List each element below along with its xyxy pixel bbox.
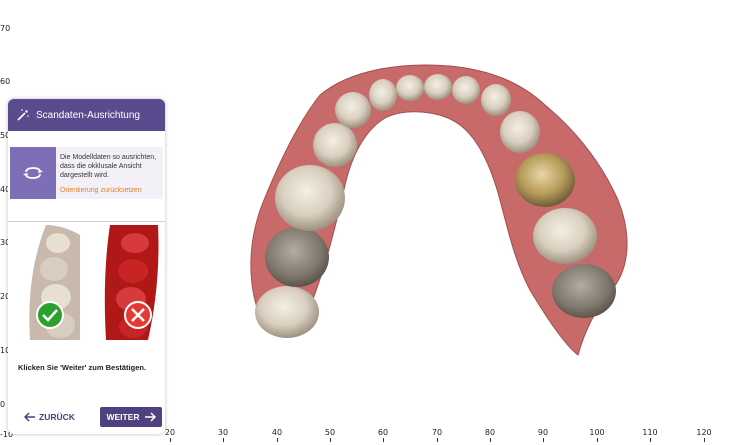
tooth (515, 153, 575, 207)
arrow-right-icon (144, 412, 156, 422)
divider (8, 221, 165, 222)
tooth (265, 227, 329, 287)
back-button-label: ZURÜCK (39, 412, 75, 422)
instruction-line: dass die okklusale Ansicht (60, 163, 142, 170)
tooth (396, 75, 424, 101)
example-images (29, 225, 159, 340)
tooth (452, 76, 480, 104)
tooth (533, 208, 597, 264)
tooth (500, 111, 540, 153)
tooth (552, 264, 616, 318)
instruction-box: Die Modelldaten so ausrichten, dass die … (10, 147, 163, 199)
cross-icon (124, 301, 152, 329)
reset-orientation-link[interactable]: Orientierung zurücksetzen (60, 186, 156, 195)
dialog-title: Scandaten-Ausrichtung (36, 109, 140, 121)
tooth (424, 74, 452, 100)
dialog-header: Scandaten-Ausrichtung (8, 99, 165, 131)
checkmark-icon (36, 301, 64, 329)
tooth (275, 165, 345, 231)
tooth (313, 123, 357, 167)
instruction-line: dargestellt wird. (60, 172, 110, 179)
tooth (369, 79, 397, 111)
rotate-icon (10, 147, 56, 199)
next-button-label: WEITER (106, 412, 140, 422)
magic-wand-icon (17, 109, 29, 121)
arrow-left-icon (24, 412, 35, 422)
confirm-text: Klicken Sie 'Weiter' zum Bestätigen. (18, 363, 147, 372)
tooth (255, 286, 319, 338)
tooth (481, 84, 511, 116)
alignment-dialog: Scandaten-Ausrichtung Die Modelldaten so… (8, 99, 165, 434)
instruction-line: Die Modelldaten so ausrichten, (60, 154, 157, 161)
tooth (335, 92, 371, 128)
next-button[interactable]: WEITER (100, 407, 162, 427)
back-button[interactable]: ZURÜCK (24, 407, 75, 427)
